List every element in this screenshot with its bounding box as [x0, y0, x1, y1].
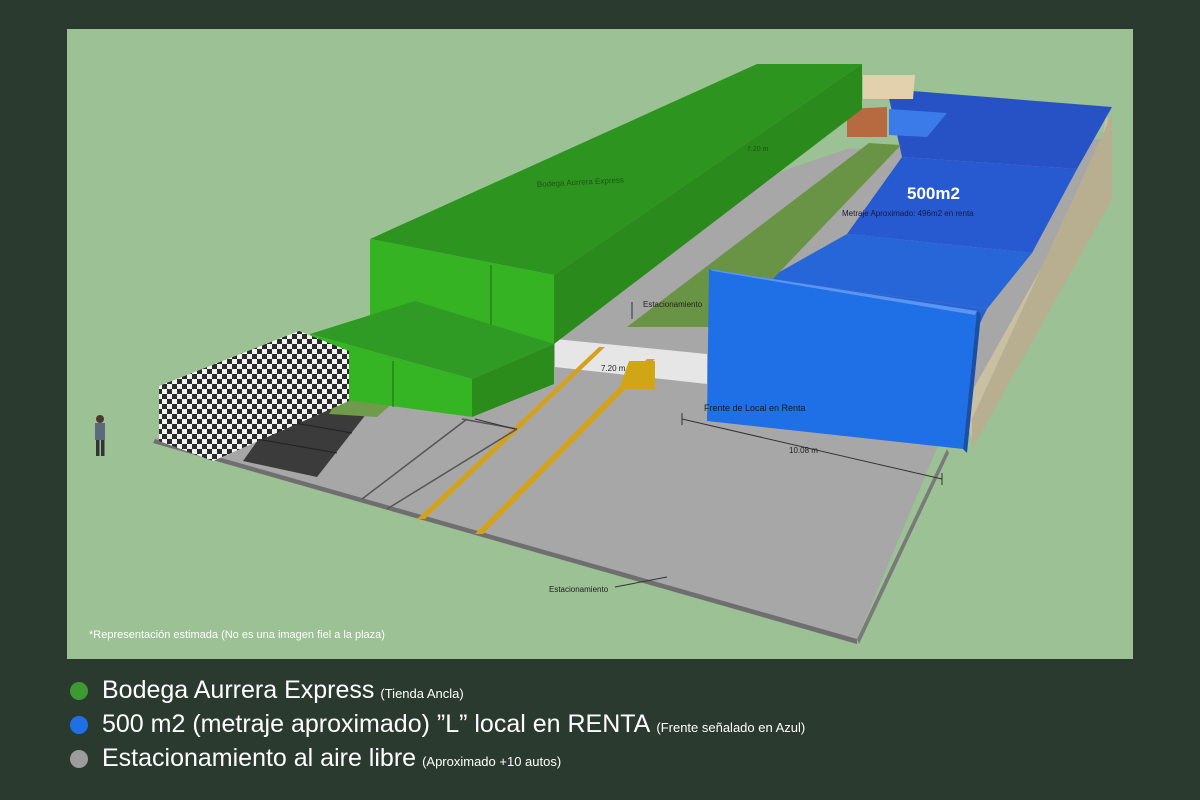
legend-note: (Frente señalado en Azul): [656, 720, 806, 735]
width-dimension-label: 7.20 m: [601, 364, 626, 373]
site-3d-model: Bodega Aurrera Express 7.20 m 500m2 Metr…: [95, 64, 1112, 644]
parking-bottom-label: Estacionamiento: [549, 585, 609, 594]
legend-dot-blue: [70, 716, 88, 734]
person-figure: [95, 415, 105, 456]
legend-note: (Tienda Ancla): [380, 686, 464, 701]
legend: Bodega Aurrera Express (Tienda Ancla) 50…: [70, 676, 1170, 778]
back-box-tan: [863, 75, 915, 99]
legend-label: Estacionamiento al aire libre: [102, 744, 417, 772]
scene-panel: Bodega Aurrera Express 7.20 m 500m2 Metr…: [67, 29, 1133, 659]
legend-label: Bodega Aurrera Express: [102, 676, 375, 704]
legend-label: 500 m2 (metraje aproximado) ”L” local en…: [102, 710, 651, 738]
legend-dot-gray: [70, 750, 88, 768]
legend-item-rental: 500 m2 (metraje aproximado) ”L” local en…: [70, 710, 1170, 744]
disclaimer-note: *Representación estimada (No es una imag…: [89, 629, 385, 641]
legend-note: (Aproximado +10 autos): [422, 754, 562, 769]
big-area-label: 500m2: [907, 184, 960, 203]
parking-top-label: Estacionamiento: [643, 300, 703, 309]
top-dimension-label: 7.20 m: [747, 146, 769, 153]
legend-dot-green: [70, 682, 88, 700]
front-label: Frente de Local en Renta: [704, 403, 806, 413]
legend-item-parking: Estacionamiento al aire libre (Aproximad…: [70, 744, 1170, 778]
front-dimension-label: 10.08 m: [789, 446, 818, 455]
legend-item-anchor-store: Bodega Aurrera Express (Tienda Ancla): [70, 676, 1170, 710]
big-area-sub-label: Metraje Aproximado: 496m2 en renta: [842, 209, 974, 218]
